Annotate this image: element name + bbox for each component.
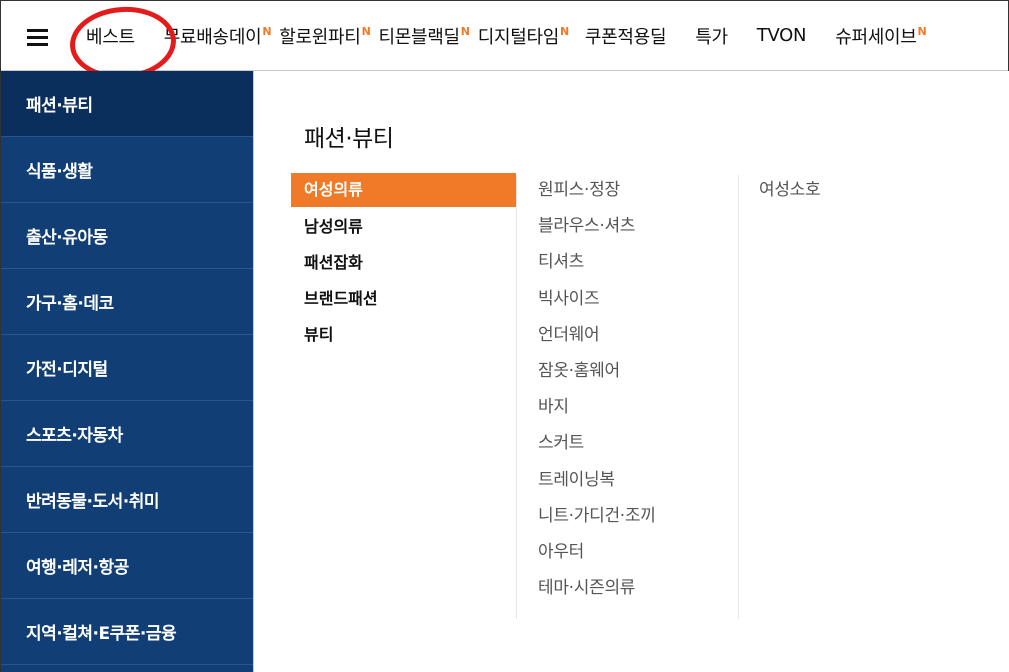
panel-title: 패션·뷰티 xyxy=(304,126,394,152)
sidebar-item-sports-auto[interactable]: 스포츠·자동차 xyxy=(1,401,253,467)
sidebar-item-pets-books-hobby[interactable]: 반려동물·도서·취미 xyxy=(1,467,253,533)
hamburger-menu-icon[interactable] xyxy=(27,29,48,46)
subcategory-item[interactable]: 트레이닝복 xyxy=(538,463,656,499)
new-badge: N xyxy=(262,24,272,38)
nav-item-best[interactable]: 베스트 xyxy=(86,23,164,49)
new-badge: N xyxy=(361,24,371,38)
nav-item-tvon[interactable]: TVON xyxy=(757,25,835,46)
category-brand-fashion[interactable]: 브랜드패션 xyxy=(291,281,516,317)
sidebar-item-furniture-home[interactable]: 가구·홈·데코 xyxy=(1,269,253,335)
column-divider xyxy=(738,175,739,619)
sidebar-item-food-living[interactable]: 식품·생활 xyxy=(1,137,253,203)
new-badge: N xyxy=(917,24,927,38)
category-womens-clothing[interactable]: 여성의류 xyxy=(291,173,516,207)
sidebar-item-travel-leisure[interactable]: 여행·레저·항공 xyxy=(1,533,253,599)
sidebar-item-electronics-digital[interactable]: 가전·디지털 xyxy=(1,335,253,401)
nav-item-coupon-deal[interactable]: 쿠폰적용딜 xyxy=(585,23,695,49)
subcategory-item[interactable]: 잠옷·홈웨어 xyxy=(538,354,656,390)
category-list: 여성의류 남성의류 패션잡화 브랜드패션 뷰티 xyxy=(291,173,516,353)
sidebar-item-local-culture-coupon[interactable]: 지역·컬쳐·E쿠폰·금융 xyxy=(1,599,253,665)
sidebar-item-fashion-beauty[interactable]: 패션·뷰티 xyxy=(1,71,253,137)
subcategory-item[interactable]: 바지 xyxy=(538,390,656,426)
nav-item-halloween-party[interactable]: 할로윈파티N xyxy=(279,23,378,49)
subcategory-list: 원피스·정장 블라우스·셔츠 티셔츠 빅사이즈 언더웨어 잠옷·홈웨어 바지 스… xyxy=(538,173,656,607)
top-nav-items: 베스트 무료배송데이N 할로윈파티N 티몬블랙딜N 디지털타임N 쿠폰적용딜 특… xyxy=(65,1,927,70)
subcategory-item[interactable]: 빅사이즈 xyxy=(538,282,656,318)
subcategory-item[interactable]: 아우터 xyxy=(538,535,656,571)
category-sidebar: 패션·뷰티 식품·생활 출산·유아동 가구·홈·데코 가전·디지털 스포츠·자동… xyxy=(1,71,253,672)
subcategory-item[interactable]: 니트·가디건·조끼 xyxy=(538,499,656,535)
extra-subcategory-list: 여성소호 xyxy=(759,173,821,209)
nav-item-tmon-black-deal[interactable]: 티몬블랙딜N xyxy=(378,23,477,49)
subcategory-item[interactable]: 블라우스·셔츠 xyxy=(538,209,656,245)
subcategory-item[interactable]: 티셔츠 xyxy=(538,245,656,281)
subcategory-item[interactable]: 스커트 xyxy=(538,426,656,462)
category-fashion-accessories[interactable]: 패션잡화 xyxy=(291,245,516,281)
subcategory-item[interactable]: 언더웨어 xyxy=(538,318,656,354)
category-panel: 패션·뷰티 여성의류 남성의류 패션잡화 브랜드패션 뷰티 원피스·정장 블라우… xyxy=(253,71,1009,672)
column-divider xyxy=(516,175,517,619)
new-badge: N xyxy=(460,24,470,38)
category-beauty[interactable]: 뷰티 xyxy=(291,317,516,353)
nav-item-digital-time[interactable]: 디지털타임N xyxy=(478,23,585,49)
nav-item-free-shipping-day[interactable]: 무료배송데이N xyxy=(164,23,279,49)
category-mens-clothing[interactable]: 남성의류 xyxy=(291,209,516,245)
nav-item-super-save[interactable]: 슈퍼세이브N xyxy=(835,23,927,49)
sidebar-item-baby-kids[interactable]: 출산·유아동 xyxy=(1,203,253,269)
subcategory-item[interactable]: 테마·시즌의류 xyxy=(538,571,656,607)
subcategory-item[interactable]: 여성소호 xyxy=(759,173,821,209)
subcategory-item[interactable]: 원피스·정장 xyxy=(538,173,656,209)
nav-item-special-price[interactable]: 특가 xyxy=(695,23,757,49)
top-navigation-bar: 베스트 무료배송데이N 할로윈파티N 티몬블랙딜N 디지털타임N 쿠폰적용딜 특… xyxy=(1,1,1008,83)
new-badge: N xyxy=(560,24,569,38)
